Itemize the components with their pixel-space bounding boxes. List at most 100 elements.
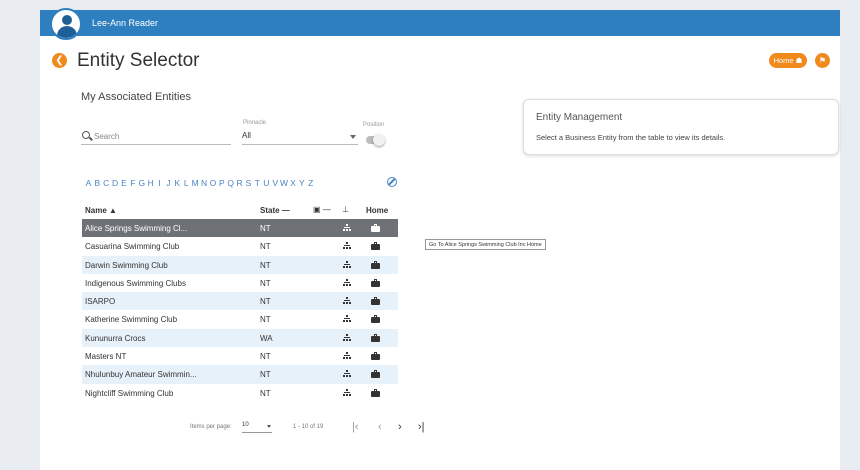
table-row[interactable]: Masters NT NT [82, 347, 398, 366]
briefcase-icon[interactable] [371, 370, 380, 379]
home-button[interactable]: Home ☗ [769, 53, 807, 68]
entity-name: Darwin Swimming Club [85, 260, 168, 270]
entity-name: Katherine Swimming Club [85, 315, 178, 325]
org-chart-icon[interactable] [343, 315, 351, 323]
position-toggle[interactable] [366, 134, 385, 146]
alphabet-letter[interactable]: X [288, 178, 297, 188]
last-page-icon[interactable]: ›| [418, 421, 425, 433]
entity-name: Casuarina Swimming Club [85, 242, 180, 252]
pinnacle-select[interactable]: All [242, 131, 358, 145]
briefcase-icon[interactable] [371, 352, 380, 361]
column-name[interactable]: Name ▲ [85, 206, 117, 215]
briefcase-icon[interactable] [371, 260, 380, 269]
entity-state: WA [260, 333, 273, 343]
org-chart-icon[interactable] [343, 278, 351, 287]
alphabet-letter[interactable]: Z [306, 178, 315, 188]
page-title: Entity Selector [77, 50, 200, 71]
app-frame: Lee-Ann Reader ❮ Entity Selector Home ☗ … [40, 8, 840, 470]
alphabet-filter: ABCDEFGHIJKLMNOPQRSTUVWXYZ [84, 178, 315, 188]
table-row[interactable]: Alice Springs Swimming Cl... NT [82, 219, 398, 238]
section-title: My Associated Entities [81, 91, 192, 103]
alphabet-letter[interactable]: S [244, 178, 253, 188]
top-bar: Lee-Ann Reader [40, 8, 840, 40]
alphabet-letter[interactable]: D [111, 178, 120, 188]
position-label: Position [363, 122, 385, 128]
entity-management-card: Entity Management Select a Business Enti… [523, 99, 839, 155]
next-page-icon[interactable]: › [398, 421, 402, 433]
briefcase-icon[interactable] [371, 297, 380, 306]
alphabet-letter[interactable]: M [191, 178, 200, 188]
page-range: 1 - 10 of 19 [293, 424, 324, 430]
alphabet-letter[interactable]: F [128, 178, 137, 188]
back-button[interactable]: ❮ [52, 53, 67, 68]
org-chart-icon[interactable] [343, 260, 351, 269]
entity-state: NT [260, 315, 271, 325]
org-chart-icon[interactable] [343, 242, 351, 250]
table-row[interactable]: ISARPO NT [82, 292, 398, 311]
entity-name: Kununurra Crocs [85, 333, 146, 343]
card-title: Entity Management [536, 112, 623, 123]
entity-name: Alice Springs Swimming Cl... [85, 224, 188, 233]
previous-page-icon[interactable]: ‹ [378, 421, 382, 433]
alphabet-letter[interactable]: W [280, 178, 289, 188]
alphabet-letter[interactable]: H [146, 178, 155, 188]
org-chart-icon[interactable] [343, 370, 351, 378]
alphabet-letter[interactable]: T [253, 178, 262, 188]
table-row[interactable]: Darwin Swimming Club NT [82, 255, 398, 274]
table-row[interactable]: Katherine Swimming Club NT [82, 310, 398, 329]
table-row[interactable]: Nightcliff Swimming Club NT [82, 383, 398, 402]
alphabet-letter[interactable]: P [217, 178, 226, 188]
toggle-knob [373, 134, 385, 146]
alphabet-letter[interactable]: J [164, 178, 173, 188]
entity-state: NT [260, 370, 271, 380]
org-chart-icon[interactable] [343, 224, 351, 232]
pinnacle-label: Pinnacle [243, 120, 267, 126]
search-field[interactable] [81, 129, 231, 145]
alphabet-letter[interactable]: O [208, 178, 217, 188]
search-input[interactable] [94, 129, 229, 143]
table-row[interactable]: Nhulunbuy Amateur Swimmin... NT [82, 365, 398, 384]
alphabet-letter[interactable]: Y [297, 178, 306, 188]
briefcase-icon[interactable] [371, 242, 380, 251]
pinnacle-value: All [242, 131, 251, 140]
briefcase-icon[interactable] [371, 333, 380, 342]
alphabet-letter[interactable]: R [235, 178, 244, 188]
username: Lee-Ann Reader [92, 18, 159, 28]
entity-name: ISARPO [85, 297, 116, 307]
alphabet-letter[interactable]: I [155, 178, 164, 188]
page-size-select[interactable]: 10 [242, 422, 272, 433]
alphabet-letter[interactable]: U [262, 178, 271, 188]
avatar[interactable] [50, 8, 82, 40]
column-state[interactable]: State — [260, 206, 290, 215]
alphabet-letter[interactable]: A [84, 178, 93, 188]
alphabet-letter[interactable]: G [137, 178, 146, 188]
alphabet-letter[interactable]: K [173, 178, 182, 188]
alphabet-letter[interactable]: N [200, 178, 209, 188]
alphabet-letter[interactable]: B [93, 178, 102, 188]
briefcase-icon[interactable] [371, 278, 380, 287]
table-body: Alice Springs Swimming Cl... NT Casuarina … [82, 219, 398, 402]
first-page-icon[interactable]: |‹ [352, 421, 359, 433]
org-chart-icon[interactable] [343, 333, 351, 342]
column-doc[interactable]: ▣ — [313, 205, 331, 214]
items-per-page-label: Items per page: [190, 424, 232, 430]
alphabet-letter[interactable]: E [120, 178, 129, 188]
alphabet-letter[interactable]: V [271, 178, 280, 188]
tag-button[interactable]: ⚑ [815, 53, 830, 68]
clear-filter-icon[interactable] [387, 177, 397, 187]
org-chart-icon[interactable] [343, 388, 351, 397]
entity-state: NT [260, 352, 271, 362]
org-chart-icon[interactable] [343, 297, 351, 305]
briefcase-icon[interactable] [371, 388, 380, 397]
entity-state: NT [260, 242, 271, 252]
table-row[interactable]: Indigenous Swimming Clubs NT [82, 273, 398, 293]
table-row[interactable]: Casuarina Swimming Club NT [82, 237, 398, 256]
table-row[interactable]: Kununurra Crocs WA [82, 328, 398, 348]
alphabet-letter[interactable]: Q [226, 178, 235, 188]
alphabet-letter[interactable]: L [182, 178, 191, 188]
org-chart-icon[interactable] [343, 352, 351, 360]
briefcase-icon[interactable] [371, 224, 380, 232]
briefcase-icon[interactable] [371, 315, 380, 324]
alphabet-letter[interactable]: C [102, 178, 111, 188]
chevron-down-icon [350, 135, 356, 139]
